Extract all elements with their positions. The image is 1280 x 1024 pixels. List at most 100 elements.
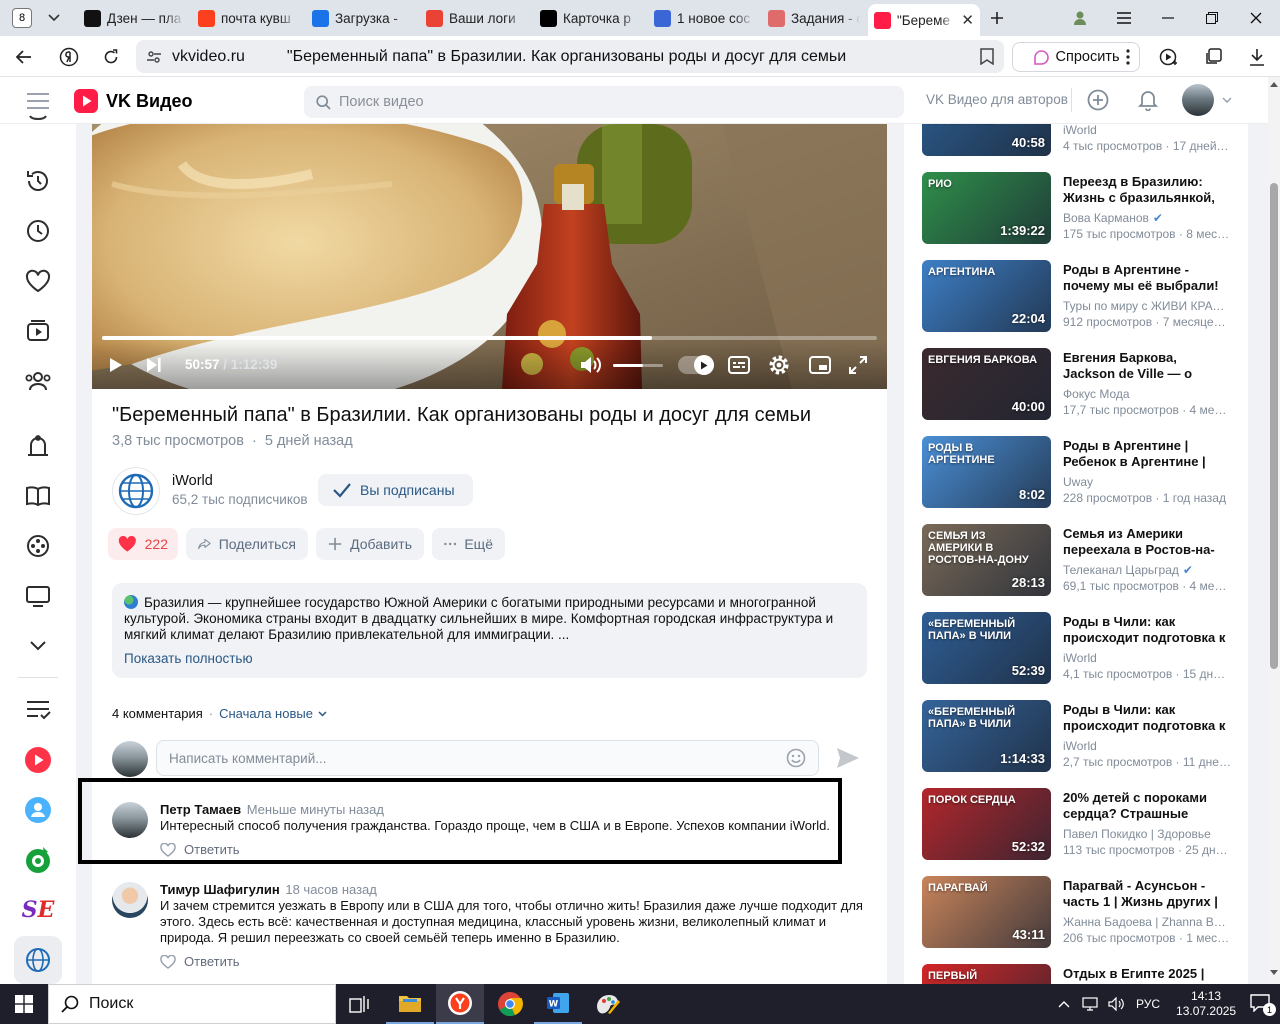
video-search-input[interactable]: Поиск видео (304, 86, 904, 118)
recommended-title[interactable]: 20% детей с пороками сердца? Страшные фа… (1063, 790, 1231, 822)
comment-author[interactable]: Тимур Шафигулин (160, 882, 280, 897)
start-button[interactable] (0, 984, 48, 1024)
video-thumbnail[interactable]: «БЕРЕМЕННЫЙ ПАПА» В ЧИЛИ 1:14:33 (922, 700, 1051, 772)
video-thumbnail[interactable]: РИО 1:39:22 (922, 172, 1051, 244)
recommended-author[interactable]: Павел Покидко | Здоровье (1063, 827, 1231, 841)
sidebar-item-home[interactable] (22, 108, 54, 132)
comment-avatar[interactable] (112, 802, 148, 838)
reply-button[interactable]: Ответить (184, 954, 240, 969)
sidebar-item-movies[interactable] (22, 530, 54, 562)
site-settings-icon[interactable] (146, 49, 162, 65)
video-thumbnail[interactable]: АРГЕНТИНА 22:04 (922, 260, 1051, 332)
yandex-home-button[interactable] (56, 44, 82, 70)
new-tab-button[interactable] (984, 6, 1010, 30)
browser-tab[interactable]: 1 новое сос (648, 4, 760, 32)
page-scrollbar[interactable] (1268, 77, 1280, 984)
subscribed-button[interactable]: Вы подписаны (318, 474, 473, 506)
bookmark-icon[interactable] (980, 48, 994, 65)
recommended-video[interactable]: ПОРОК СЕРДЦА 52:32 20% детей с пороками се… (922, 788, 1242, 860)
recommended-video[interactable]: ПАРАГВАЙ 43:11 Парагвай - Асунсьон - часть… (922, 876, 1242, 948)
media-play-button[interactable] (1156, 44, 1182, 70)
tab-count-button[interactable]: 8 (8, 6, 36, 30)
browser-tab[interactable]: Дзен — пла (78, 4, 190, 32)
notifications-button[interactable] (1135, 87, 1161, 113)
heart-outline-icon[interactable] (160, 954, 176, 969)
taskbar-chrome[interactable] (486, 984, 534, 1024)
mini-player-icon[interactable] (809, 356, 831, 374)
address-bar[interactable]: vkvideo.ru "Беременный папа" в Бразилии.… (136, 40, 1004, 73)
send-comment-icon[interactable] (836, 747, 860, 769)
sidebar-item-vk-video[interactable] (22, 744, 54, 776)
recommended-title[interactable]: Евгения Баркова, Jackson de Ville — о ра… (1063, 350, 1231, 382)
recommended-author[interactable]: iWorld (1063, 123, 1231, 137)
sidebar-item-tv[interactable] (22, 580, 54, 612)
reload-button[interactable] (98, 44, 124, 70)
recommended-title[interactable]: Переезд в Бразилию: Жизнь с бразильянкой… (1063, 174, 1231, 206)
recommended-author[interactable]: Uway (1063, 475, 1231, 489)
sidebar-item-watch-later[interactable] (22, 215, 54, 247)
task-view-button[interactable] (336, 984, 384, 1024)
restore-button[interactable] (1190, 0, 1234, 36)
close-window-button[interactable] (1234, 0, 1278, 36)
video-thumbnail[interactable]: ПАРАГВАЙ 43:11 (922, 876, 1051, 948)
volume-slider[interactable] (613, 364, 663, 367)
recommended-author[interactable]: Жанна Бадоева | Zhanna Badoeva (1063, 915, 1231, 929)
recommended-video[interactable]: роды в Аргентине 8:02 Роды в Аргентине | Р… (922, 436, 1242, 508)
taskbar-search[interactable]: Поиск (48, 984, 336, 1024)
recommended-video[interactable]: «БЕРЕМЕННЫЙ ПАПА» В ЧИЛИ 52:39 Роды в Чили… (922, 612, 1242, 684)
more-actions-button[interactable]: Ещё (432, 528, 505, 560)
sidebar-expand-button[interactable] (22, 630, 54, 662)
tab-list-dropdown[interactable] (40, 6, 68, 30)
next-icon[interactable] (146, 357, 162, 373)
sidebar-item-profile[interactable] (22, 794, 54, 826)
browser-tab[interactable]: почта кувш (192, 4, 304, 32)
channel-name[interactable]: iWorld (172, 473, 213, 489)
video-thumbnail[interactable]: ЕВГЕНИЯ БАРКОВА 40:00 (922, 348, 1051, 420)
clock[interactable]: 14:13 13.07.2025 (1176, 989, 1236, 1019)
recommended-author[interactable]: Телеканал Царьград ✔ (1063, 563, 1231, 577)
recommended-author[interactable]: iWorld (1063, 739, 1231, 753)
emoji-icon[interactable] (786, 748, 806, 768)
tray-overflow-icon[interactable] (1058, 1000, 1070, 1008)
minimize-button[interactable] (1146, 0, 1190, 36)
taskbar-paint[interactable] (584, 984, 632, 1024)
recommended-video[interactable]: ЕВГЕНИЯ БАРКОВА 40:00 Евгения Баркова, Jac… (922, 348, 1242, 420)
browser-tab[interactable]: Задания - с (762, 4, 866, 32)
downloads-button[interactable] (1244, 44, 1270, 70)
sidebar-item-liked[interactable] (22, 265, 54, 297)
recommended-title[interactable]: Парагвай - Асунсьон - часть 1 | Жизнь др… (1063, 878, 1231, 910)
progress-track[interactable] (102, 336, 877, 340)
comment-avatar[interactable] (112, 882, 148, 918)
subtitles-icon[interactable] (728, 356, 750, 374)
sidebar-item-subscriptions[interactable] (22, 365, 54, 397)
scrollbar-thumb[interactable] (1270, 183, 1278, 669)
heart-outline-icon[interactable] (160, 842, 176, 857)
taskbar-word[interactable]: W (534, 984, 582, 1024)
collections-button[interactable] (1200, 44, 1226, 70)
upload-button[interactable] (1085, 87, 1111, 113)
video-thumbnail[interactable]: «БЕРЕМЕННЫЙ ПАПА» В ЧИЛИ 52:39 (922, 612, 1051, 684)
share-button[interactable]: Поделиться (186, 528, 308, 560)
close-tab-icon[interactable]: ✕ (961, 11, 974, 29)
sidebar-item-playlists[interactable] (22, 694, 54, 726)
browser-tab[interactable]: Загрузка - (306, 4, 418, 32)
recommended-author[interactable]: Фокус Мода (1063, 387, 1231, 401)
profile-indicator[interactable] (1068, 6, 1092, 30)
recommended-title[interactable]: Роды в Аргентине - почему мы её выбрали! (1063, 262, 1231, 294)
settings-gear-icon[interactable] (768, 354, 790, 376)
recommended-title[interactable]: Роды в Аргентине | Ребенок в Аргентине |… (1063, 438, 1231, 470)
video-thumbnail[interactable]: роды в Аргентине 8:02 (922, 436, 1051, 508)
user-menu[interactable] (1182, 84, 1232, 116)
video-player[interactable]: 50:57 / 1:12:39 (92, 124, 887, 389)
play-icon[interactable] (109, 357, 123, 373)
taskbar-file-explorer[interactable] (386, 984, 434, 1024)
network-icon[interactable] (1082, 997, 1098, 1011)
sidebar-channel-green[interactable] (22, 844, 54, 876)
recommended-author[interactable]: Вова Карманов ✔ (1063, 211, 1231, 225)
input-language[interactable]: РУС (1136, 997, 1160, 1011)
recommended-video[interactable]: АРГЕНТИНА 22:04 Роды в Аргентине - почему … (922, 260, 1242, 332)
autoplay-toggle[interactable] (678, 355, 714, 375)
scroll-down-icon[interactable] (1270, 970, 1278, 976)
comment-input[interactable]: Написать комментарий... (156, 740, 819, 776)
sidebar-item-history[interactable] (22, 165, 54, 197)
